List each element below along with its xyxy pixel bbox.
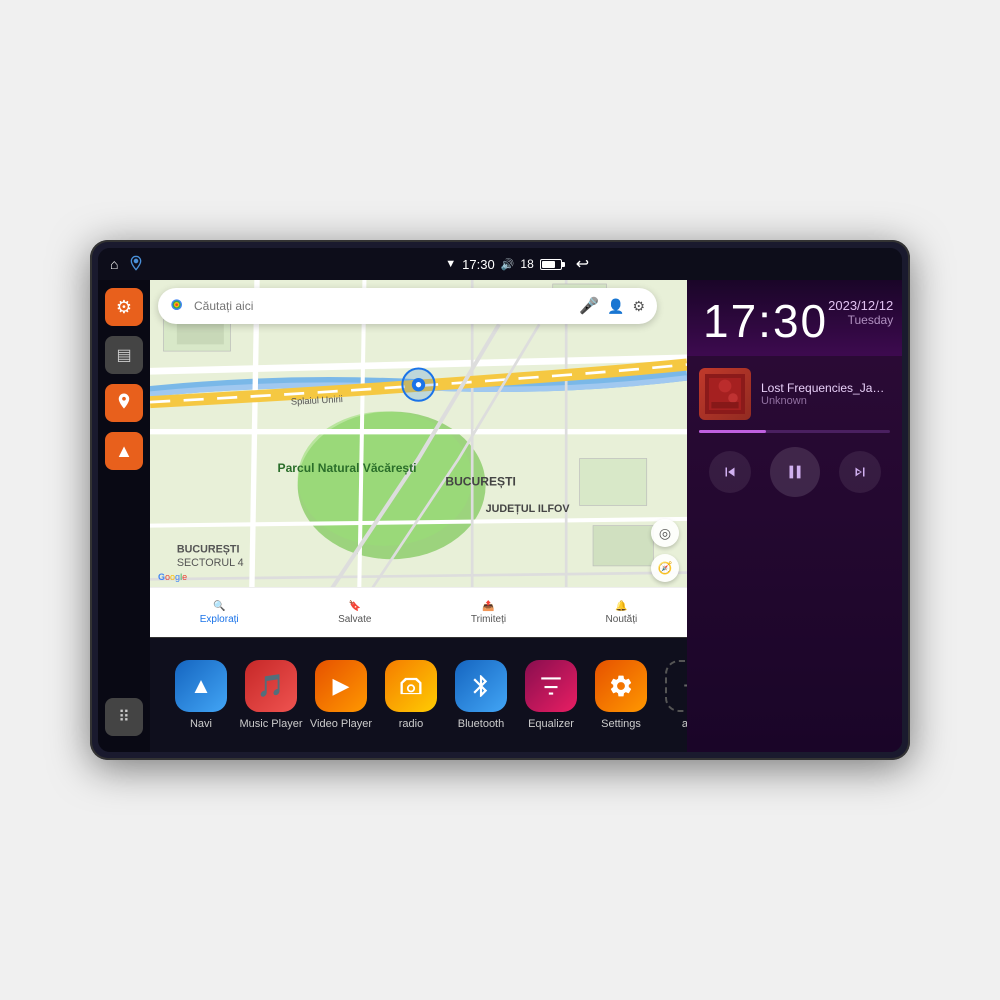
svg-text:BUCUREȘTI: BUCUREȘTI: [177, 543, 240, 555]
app-settings[interactable]: Settings: [586, 660, 656, 730]
share-label: Trimiteți: [471, 614, 506, 625]
settings-label: Settings: [601, 718, 641, 730]
svg-text:Parcul Natural Văcărești: Parcul Natural Văcărești: [278, 461, 417, 475]
mic-icon[interactable]: 🎤: [579, 296, 599, 316]
svg-text:SECTORUL 4: SECTORUL 4: [177, 557, 244, 569]
saved-label: Salvate: [338, 614, 371, 625]
back-icon[interactable]: ↩: [576, 254, 589, 274]
app-navi[interactable]: ▲ Navi: [166, 660, 236, 730]
radio-icon: [385, 660, 437, 712]
music-controls: [699, 443, 890, 501]
video-player-label: Video Player: [310, 718, 372, 730]
map-container[interactable]: AXIS Premium Mobility - Sud Pizza & Bake…: [150, 280, 687, 637]
wifi-icon: ▼: [445, 258, 456, 270]
explore-label: Explorați: [200, 614, 239, 625]
right-panel: 17:30 2023/12/12 Tuesday: [687, 280, 902, 752]
music-info-row: Lost Frequencies_Janie... Unknown: [699, 368, 890, 420]
map-bottom-bar: 🔍 Explorați 🔖 Salvate 📤 Trimiteți: [150, 587, 687, 637]
sidebar-item-navigation[interactable]: ▲: [105, 432, 143, 470]
news-label: Noutăți: [606, 614, 638, 625]
video-player-icon: ▶: [315, 660, 367, 712]
recenter-button[interactable]: ◎: [651, 519, 679, 547]
music-artist: Unknown: [761, 395, 890, 407]
status-left: ⌂: [110, 255, 144, 274]
prev-button[interactable]: [709, 451, 751, 493]
map-svg: AXIS Premium Mobility - Sud Pizza & Bake…: [150, 280, 687, 637]
battery-count: 18: [520, 257, 533, 271]
clock-date-display: 2023/12/12 Tuesday: [828, 298, 893, 327]
map-background: AXIS Premium Mobility - Sud Pizza & Bake…: [150, 280, 687, 637]
volume-icon: 🔊: [501, 258, 515, 271]
sidebar-item-settings[interactable]: ⚙: [105, 288, 143, 326]
map-search[interactable]: 🎤 👤 ⚙: [158, 288, 657, 324]
map-news[interactable]: 🔔 Noutăți: [606, 601, 638, 625]
bluetooth-icon: [455, 660, 507, 712]
svg-text:BUCUREȘTI: BUCUREȘTI: [445, 474, 515, 488]
app-bluetooth[interactable]: Bluetooth: [446, 660, 516, 730]
settings-dots-icon[interactable]: ⚙: [632, 298, 645, 315]
pause-button[interactable]: [770, 447, 820, 497]
equalizer-label: Equalizer: [528, 718, 574, 730]
google-maps-icon: [170, 298, 186, 314]
status-time: 17:30: [462, 257, 495, 272]
map-search-input[interactable]: [194, 299, 571, 313]
google-logo: Google: [158, 572, 187, 582]
app-equalizer[interactable]: Equalizer: [516, 660, 586, 730]
navi-icon: ▲: [175, 660, 227, 712]
clock-widget: 17:30 2023/12/12 Tuesday: [687, 280, 902, 356]
maps-status-icon[interactable]: [128, 255, 144, 274]
sidebar-item-files[interactable]: ▤: [105, 336, 143, 374]
next-button[interactable]: [839, 451, 881, 493]
app-radio[interactable]: radio: [376, 660, 446, 730]
home-icon[interactable]: ⌂: [110, 256, 118, 272]
app-video-player[interactable]: ▶ Video Player: [306, 660, 376, 730]
settings-app-icon: [595, 660, 647, 712]
music-player-icon: 🎵: [245, 660, 297, 712]
radio-label: radio: [399, 718, 423, 730]
music-title: Lost Frequencies_Janie...: [761, 381, 890, 395]
app-grid: ▲ Navi 🎵 Music Player ▶ Vi: [150, 637, 687, 752]
album-art: [699, 368, 751, 420]
main-area: ⚙ ▤ ▲ ⠿: [98, 280, 902, 752]
music-player-label: Music Player: [240, 718, 303, 730]
map-explore[interactable]: 🔍 Explorați: [200, 601, 239, 625]
app-music-player[interactable]: 🎵 Music Player: [236, 660, 306, 730]
map-share[interactable]: 📤 Trimiteți: [471, 601, 506, 625]
svg-text:JUDEȚUL ILFOV: JUDEȚUL ILFOV: [486, 503, 571, 515]
status-center: ▼ 17:30 🔊 18 ↩: [445, 254, 589, 274]
add-icon: +: [665, 660, 687, 712]
sidebar-item-apps[interactable]: ⠿: [105, 698, 143, 736]
center-area: AXIS Premium Mobility - Sud Pizza & Bake…: [150, 280, 687, 752]
equalizer-icon: [525, 660, 577, 712]
sidebar-bottom: ⠿: [105, 698, 143, 744]
app-add[interactable]: + add: [656, 660, 687, 730]
sidebar-item-maps[interactable]: [105, 384, 143, 422]
device: ⌂ ▼ 17:30 🔊 18 ↩: [90, 240, 910, 760]
music-widget: Lost Frequencies_Janie... Unknown: [687, 356, 902, 752]
screen: ⌂ ▼ 17:30 🔊 18 ↩: [98, 248, 902, 752]
sidebar: ⚙ ▤ ▲ ⠿: [98, 280, 150, 752]
account-icon[interactable]: 👤: [607, 298, 624, 315]
status-bar: ⌂ ▼ 17:30 🔊 18 ↩: [98, 248, 902, 280]
navi-label: Navi: [190, 718, 212, 730]
map-saved[interactable]: 🔖 Salvate: [338, 601, 371, 625]
music-text: Lost Frequencies_Janie... Unknown: [761, 381, 890, 407]
music-progress-fill: [699, 430, 766, 433]
battery-icon: [540, 259, 562, 270]
music-progress-bar[interactable]: [699, 430, 890, 433]
clock-time-display: 17:30: [703, 298, 828, 344]
compass-button[interactable]: 🧭: [651, 554, 679, 582]
bluetooth-label: Bluetooth: [458, 718, 504, 730]
